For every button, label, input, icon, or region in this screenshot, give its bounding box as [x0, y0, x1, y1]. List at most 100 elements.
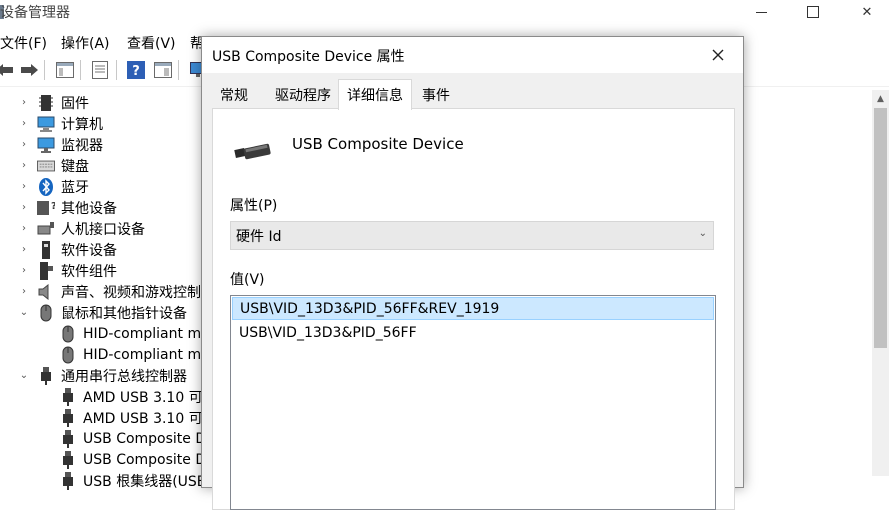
toolbar-separator	[116, 60, 117, 80]
chevron-right-icon[interactable]: ›	[17, 222, 31, 236]
console-tree-icon	[56, 62, 74, 78]
usb-icon	[59, 387, 77, 406]
minimize-icon	[755, 11, 767, 13]
tree-item-monitors[interactable]: › 监视器	[17, 134, 103, 155]
toolbar-separator	[44, 60, 45, 80]
scrollbar-thumb[interactable]	[874, 108, 887, 348]
tree-item-label: 软件设备	[61, 242, 117, 259]
forward-arrow-icon	[21, 64, 38, 76]
tab-general[interactable]: 常规	[211, 82, 257, 108]
value-list[interactable]: USB\VID_13D3&PID_56FF&REV_1919 USB\VID_1…	[230, 295, 716, 510]
keyboard-icon	[37, 157, 55, 175]
device-name: USB Composite Device	[292, 135, 464, 153]
tree-item-usb-composite-2[interactable]: USB Composite De	[39, 449, 215, 470]
vertical-scrollbar[interactable]: ▲	[872, 90, 889, 476]
tree-item-label: 鼠标和其他指针设备	[61, 305, 187, 322]
chevron-right-icon[interactable]: ›	[17, 264, 31, 278]
chevron-right-icon[interactable]: ›	[17, 243, 31, 257]
property-select-value: 硬件 Id	[236, 228, 282, 245]
tree-item-label: USB Composite De	[83, 430, 215, 447]
maximize-icon	[807, 6, 819, 18]
tree-item-other-devices[interactable]: › ? 其他设备	[17, 197, 117, 218]
maximize-button[interactable]	[790, 0, 836, 24]
chevron-right-icon[interactable]: ›	[17, 96, 31, 110]
dialog-close-button[interactable]	[702, 42, 734, 68]
tree-item-label: 固件	[61, 95, 89, 112]
tree-item-usb-composite-1[interactable]: USB Composite De	[39, 428, 215, 449]
show-hide-tree-button[interactable]	[54, 59, 76, 81]
tree-item-computer[interactable]: › 计算机	[17, 113, 103, 134]
dialog-title-bar: USB Composite Device 属性	[202, 37, 743, 73]
close-icon: ✕	[861, 4, 873, 20]
menu-action[interactable]: 操作(A)	[61, 33, 110, 53]
help-icon: ?	[127, 61, 145, 79]
menu-file[interactable]: 文件(F)	[0, 33, 47, 53]
tree-item-label: 软件组件	[61, 263, 117, 280]
unknown-device-icon: ?	[37, 199, 55, 217]
tree-item-hid[interactable]: › 人机接口设备	[17, 218, 145, 239]
toolbar-separator	[80, 60, 81, 80]
tree-item-mice[interactable]: ⌄ 鼠标和其他指针设备	[17, 302, 187, 323]
usb-device-icon	[231, 137, 277, 167]
tree-item-label: 蓝牙	[61, 179, 89, 196]
tree-item-firmware[interactable]: › 固件	[17, 92, 89, 113]
value-row[interactable]: USB\VID_13D3&PID_56FF&REV_1919	[232, 297, 714, 320]
value-row[interactable]: USB\VID_13D3&PID_56FF	[232, 321, 714, 344]
tree-item-usb-root-hub[interactable]: USB 根集线器(USB	[39, 470, 206, 491]
tree-item-label: AMD USB 3.10 可扌	[83, 389, 217, 406]
action-pane-button[interactable]	[152, 59, 174, 81]
chevron-down-icon[interactable]: ⌄	[17, 369, 31, 383]
chevron-right-icon[interactable]: ›	[17, 201, 31, 215]
device-tree: › 固件 › 计算机 › 监视器 › 键盘 › 蓝牙 › ? 其他设备 › 人机…	[0, 90, 217, 490]
usb-icon	[59, 471, 77, 490]
forward-button[interactable]	[18, 59, 40, 81]
tree-item-amd-usb-1[interactable]: AMD USB 3.10 可扌	[39, 386, 217, 407]
app-title: 设备管理器	[0, 5, 70, 21]
menu-view[interactable]: 查看(V)	[127, 33, 176, 53]
action-pane-icon	[154, 62, 172, 78]
help-button[interactable]: ?	[125, 59, 147, 81]
tree-item-label: 键盘	[61, 158, 89, 175]
mouse-icon	[59, 346, 77, 364]
chevron-right-icon[interactable]: ›	[17, 180, 31, 194]
tree-item-keyboards[interactable]: › 键盘	[17, 155, 89, 176]
usb-icon	[59, 450, 77, 469]
tree-item-label: 监视器	[61, 137, 103, 154]
back-arrow-icon	[0, 64, 13, 76]
usb-icon	[59, 408, 77, 427]
tree-item-bluetooth[interactable]: › 蓝牙	[17, 176, 89, 197]
chevron-right-icon[interactable]: ›	[17, 159, 31, 173]
tree-item-hid-mouse-2[interactable]: HID-compliant mo	[39, 344, 210, 365]
properties-icon	[92, 61, 108, 79]
tree-item-hid-mouse-1[interactable]: HID-compliant mo	[39, 323, 210, 344]
mouse-icon	[59, 325, 77, 343]
tab-driver[interactable]: 驱动程序	[269, 82, 337, 108]
property-select[interactable]: 硬件 Id ⌄	[230, 221, 714, 250]
tree-item-amd-usb-2[interactable]: AMD USB 3.10 可扌	[39, 407, 217, 428]
tree-item-label: 人机接口设备	[61, 221, 145, 238]
tree-item-software-components[interactable]: › 软件组件	[17, 260, 117, 281]
properties-dialog: USB Composite Device 属性 常规 驱动程序 详细信息 事件 …	[201, 36, 744, 510]
tree-item-software-devices[interactable]: › 软件设备	[17, 239, 117, 260]
chevron-right-icon[interactable]: ›	[17, 138, 31, 152]
back-button[interactable]	[0, 59, 16, 81]
chevron-right-icon[interactable]: ›	[17, 285, 31, 299]
software-device-icon	[37, 240, 55, 259]
properties-button[interactable]	[89, 59, 111, 81]
toolbar-separator	[178, 60, 179, 80]
tab-events[interactable]: 事件	[411, 82, 461, 108]
tree-item-sound[interactable]: › 声音、视频和游戏控制	[17, 281, 201, 302]
chevron-right-icon[interactable]: ›	[17, 117, 31, 131]
speaker-icon	[37, 283, 55, 301]
svg-text:?: ?	[132, 64, 140, 79]
window-close-button[interactable]: ✕	[844, 0, 889, 24]
svg-text:?: ?	[51, 201, 55, 212]
minimize-button[interactable]	[738, 0, 784, 24]
scroll-up-button[interactable]: ▲	[872, 90, 889, 107]
software-component-icon	[37, 261, 55, 280]
chevron-down-icon[interactable]: ⌄	[17, 306, 31, 320]
tab-details[interactable]: 详细信息	[338, 79, 412, 110]
tree-item-usb-controllers[interactable]: ⌄ 通用串行总线控制器	[17, 365, 187, 386]
